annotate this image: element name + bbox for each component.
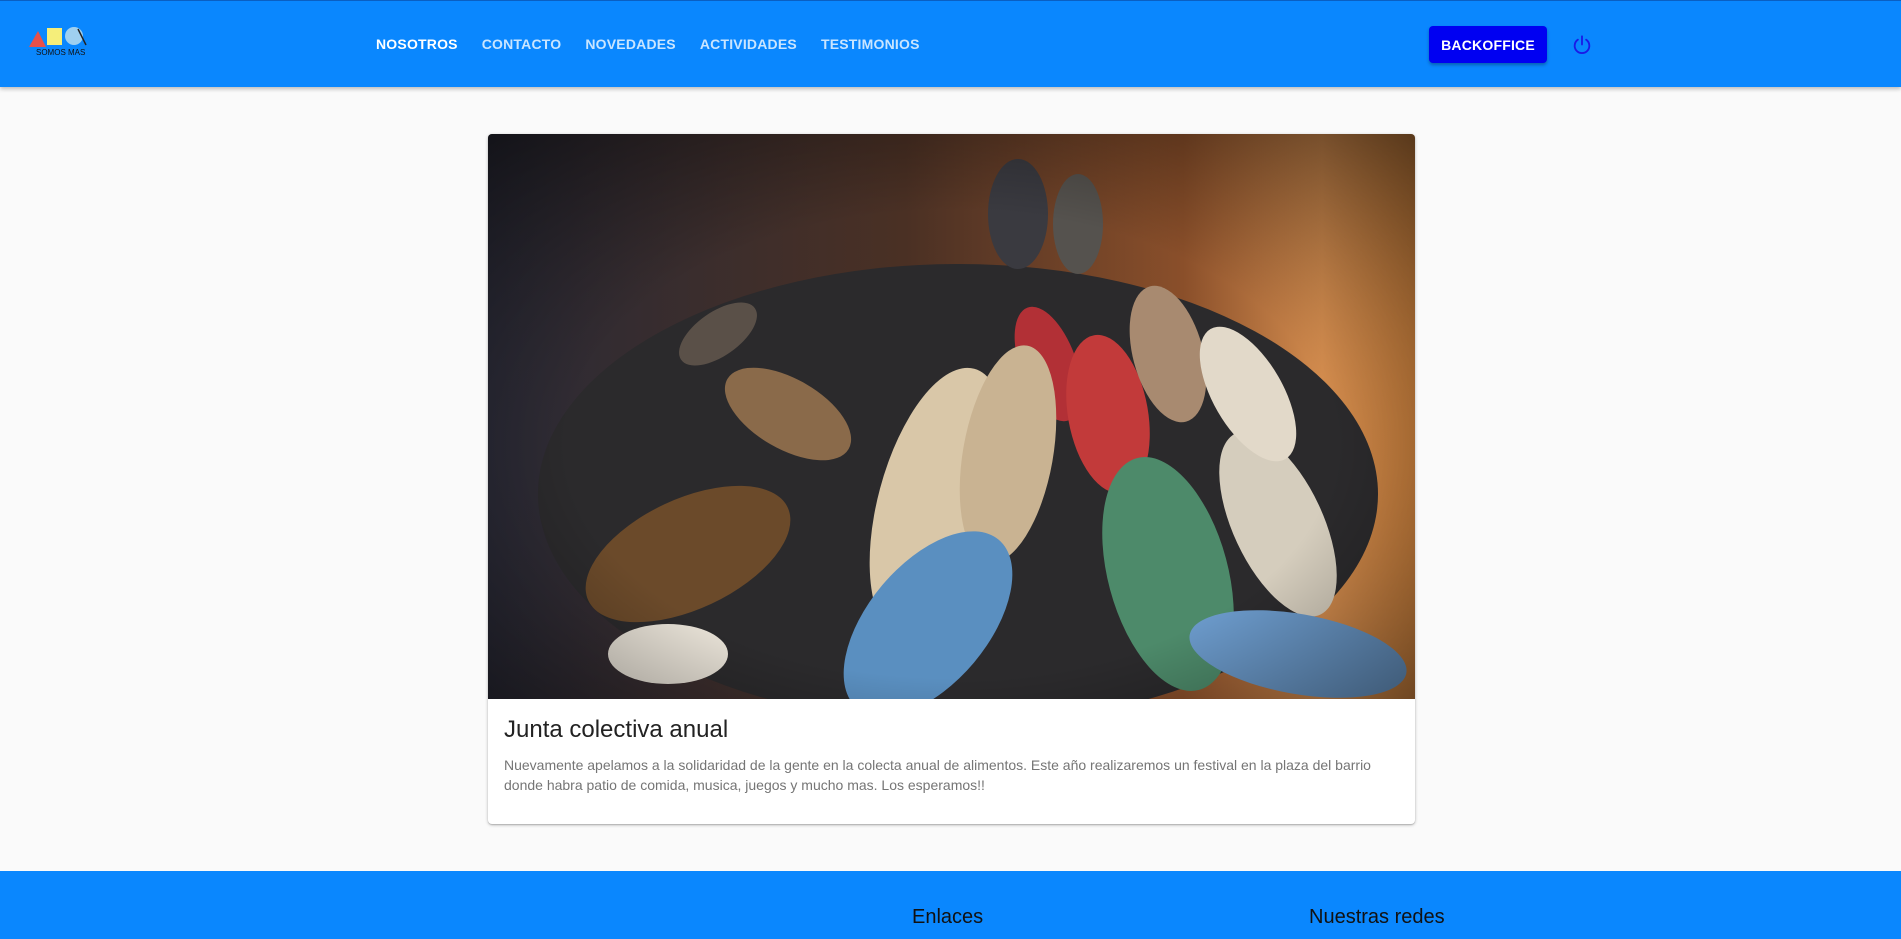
footer: Enlaces Nuestras redes xyxy=(0,871,1901,939)
card-title: Junta colectiva anual xyxy=(504,716,729,743)
footer-social-heading: Nuestras redes xyxy=(1309,906,1445,928)
logo[interactable]: SOMOS MAS xyxy=(28,25,102,59)
backoffice-button[interactable]: BACKOFFICE xyxy=(1429,26,1547,63)
nav-item-actividades[interactable]: ACTIVIDADES xyxy=(700,34,797,54)
power-icon xyxy=(1573,35,1591,54)
footer-links-heading: Enlaces xyxy=(912,906,984,928)
nav-item-nosotros[interactable]: NOSOTROS xyxy=(376,34,458,54)
news-card[interactable]: Junta colectiva anual Nuevamente apelamo… xyxy=(488,134,1415,824)
card-image xyxy=(488,134,1415,724)
logo-text: SOMOS MAS xyxy=(36,48,85,57)
logout-button[interactable] xyxy=(1568,31,1596,59)
logo-shapes-icon: SOMOS MAS xyxy=(29,27,87,57)
nav-item-testimonios[interactable]: TESTIMONIOS xyxy=(821,34,920,54)
card-description: Nuevamente apelamos a la solidaridad de … xyxy=(504,757,1371,793)
main-nav: NOSOTROS CONTACTO NOVEDADES ACTIVIDADES … xyxy=(376,34,944,54)
sneakers-photo xyxy=(488,134,1415,724)
top-app-bar: SOMOS MAS NOSOTROS CONTACTO NOVEDADES AC… xyxy=(0,0,1901,87)
nav-item-contacto[interactable]: CONTACTO xyxy=(482,34,562,54)
nav-item-novedades[interactable]: NOVEDADES xyxy=(585,34,675,54)
